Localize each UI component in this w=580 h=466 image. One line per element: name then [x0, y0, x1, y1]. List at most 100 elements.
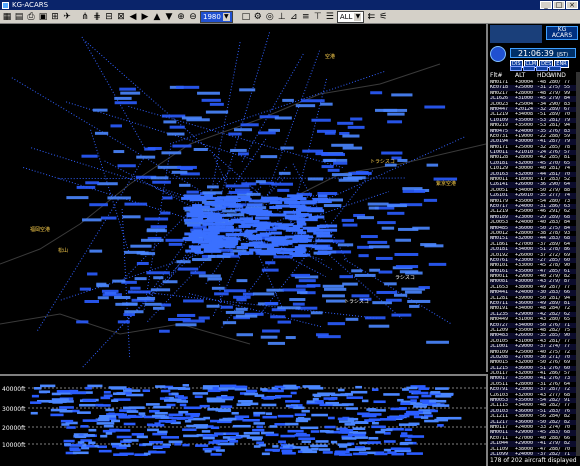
profile-aircraft-label[interactable]: [400, 434, 413, 438]
profile-aircraft-label[interactable]: [253, 422, 265, 425]
aircraft-label[interactable]: [97, 296, 109, 300]
profile-aircraft-label[interactable]: [285, 422, 299, 426]
profile-aircraft-label[interactable]: [199, 404, 210, 408]
aircraft-label[interactable]: [317, 192, 338, 196]
profile-aircraft-label[interactable]: [38, 390, 51, 394]
aircraft-label[interactable]: [387, 211, 405, 215]
profile-aircraft-label[interactable]: [160, 389, 171, 393]
aircraft-label[interactable]: [426, 163, 439, 167]
aircraft-label[interactable]: [205, 110, 229, 114]
aircraft-label[interactable]: [160, 211, 171, 215]
profile-aircraft-label[interactable]: [402, 388, 409, 391]
profile-aircraft-label[interactable]: [368, 418, 381, 422]
flight-list[interactable]: NH0171 +30004 -48 280/ 77 KE0718 +25000 -31 275…: [490, 80, 578, 456]
aircraft-label[interactable]: [360, 235, 378, 239]
profile-aircraft-label[interactable]: [59, 406, 74, 409]
aircraft-label[interactable]: [211, 240, 230, 244]
aircraft-label[interactable]: [270, 315, 286, 319]
profile-aircraft-label[interactable]: [401, 432, 408, 435]
nav-up-icon[interactable]: ▲: [152, 12, 162, 22]
aircraft-label[interactable]: [262, 329, 280, 333]
aircraft-label[interactable]: [387, 112, 405, 116]
aircraft-label[interactable]: [267, 341, 286, 345]
aircraft-label[interactable]: [146, 228, 166, 232]
aircraft-label[interactable]: [287, 194, 303, 198]
profile-aircraft-label[interactable]: [398, 414, 410, 418]
aircraft-label[interactable]: [130, 244, 152, 248]
profile-aircraft-label[interactable]: [85, 386, 92, 390]
aircraft-label[interactable]: [312, 197, 329, 201]
aircraft-label[interactable]: [153, 306, 165, 310]
aircraft-label[interactable]: [280, 197, 298, 201]
aircraft-label[interactable]: [343, 176, 363, 180]
aircraft-label[interactable]: [323, 287, 347, 291]
aircraft-label[interactable]: [94, 131, 109, 135]
profile-aircraft-label[interactable]: [155, 385, 166, 388]
aircraft-label[interactable]: [301, 201, 316, 205]
aircraft-label[interactable]: [130, 286, 141, 290]
profile-aircraft-label[interactable]: [88, 441, 96, 445]
profile-aircraft-label[interactable]: [344, 423, 356, 426]
aircraft-label[interactable]: [200, 243, 218, 247]
profile-aircraft-label[interactable]: [66, 426, 76, 429]
profile-aircraft-label[interactable]: [185, 412, 201, 416]
zoom-icon[interactable]: ⊞: [50, 12, 60, 22]
profile-aircraft-label[interactable]: [131, 433, 144, 436]
aircraft-label[interactable]: [316, 234, 333, 238]
aircraft-label[interactable]: [261, 268, 279, 272]
profile-aircraft-label[interactable]: [340, 393, 353, 396]
aircraft-label[interactable]: [323, 204, 342, 208]
aircraft-label[interactable]: [270, 231, 282, 235]
aircraft-label[interactable]: [378, 270, 393, 274]
profile-aircraft-label[interactable]: [287, 429, 304, 433]
aircraft-label[interactable]: [260, 155, 278, 159]
aircraft-label[interactable]: [150, 288, 171, 292]
profile-aircraft-label[interactable]: [318, 448, 331, 451]
aircraft-label[interactable]: [272, 239, 287, 243]
aircraft-label[interactable]: [82, 218, 102, 222]
layers-icon[interactable]: ⋔: [80, 12, 90, 22]
filter-select[interactable]: ALL ▼: [336, 10, 365, 23]
profile-aircraft-label[interactable]: [161, 436, 180, 439]
aircraft-label[interactable]: [308, 215, 319, 219]
profile-aircraft-label[interactable]: [203, 416, 211, 420]
profile-aircraft-label[interactable]: [338, 431, 350, 434]
profile-aircraft-label[interactable]: [119, 452, 134, 456]
aircraft-label[interactable]: [399, 270, 419, 274]
profile-aircraft-label[interactable]: [363, 447, 371, 450]
aircraft-label[interactable]: [333, 161, 348, 165]
aircraft-label[interactable]: [322, 294, 345, 298]
profile-aircraft-label[interactable]: [97, 404, 111, 407]
profile-aircraft-label[interactable]: [369, 413, 382, 416]
aircraft-label[interactable]: [168, 242, 183, 246]
aircraft-label[interactable]: [169, 125, 185, 129]
aircraft-label[interactable]: [331, 143, 354, 147]
profile-aircraft-label[interactable]: [83, 434, 95, 437]
airplane-icon[interactable]: ✈: [62, 12, 72, 22]
aircraft-label[interactable]: [327, 322, 345, 326]
profile-aircraft-label[interactable]: [253, 411, 266, 415]
aircraft-label[interactable]: [165, 238, 184, 242]
profile-aircraft-label[interactable]: [261, 403, 277, 407]
aircraft-label[interactable]: [339, 275, 354, 279]
aircraft-label[interactable]: [84, 299, 99, 303]
aircraft-label[interactable]: [177, 313, 196, 317]
aircraft-label[interactable]: [114, 96, 132, 100]
aircraft-label[interactable]: [209, 207, 222, 211]
aircraft-label[interactable]: [190, 247, 201, 251]
aircraft-label[interactable]: [368, 245, 390, 249]
profile-aircraft-label[interactable]: [165, 420, 172, 423]
aircraft-label[interactable]: [355, 171, 369, 175]
aircraft-label[interactable]: [137, 296, 156, 300]
aircraft-label[interactable]: [210, 236, 223, 240]
aircraft-label[interactable]: [204, 196, 220, 200]
aircraft-label[interactable]: [274, 116, 292, 120]
profile-aircraft-label[interactable]: [407, 395, 419, 399]
aircraft-label[interactable]: [310, 311, 323, 315]
aircraft-label[interactable]: [395, 265, 419, 269]
profile-aircraft-label[interactable]: [183, 406, 201, 410]
aircraft-label[interactable]: [356, 216, 374, 220]
aircraft-label[interactable]: [315, 333, 329, 337]
aircraft-label[interactable]: [387, 204, 407, 208]
aircraft-label[interactable]: [147, 146, 162, 150]
